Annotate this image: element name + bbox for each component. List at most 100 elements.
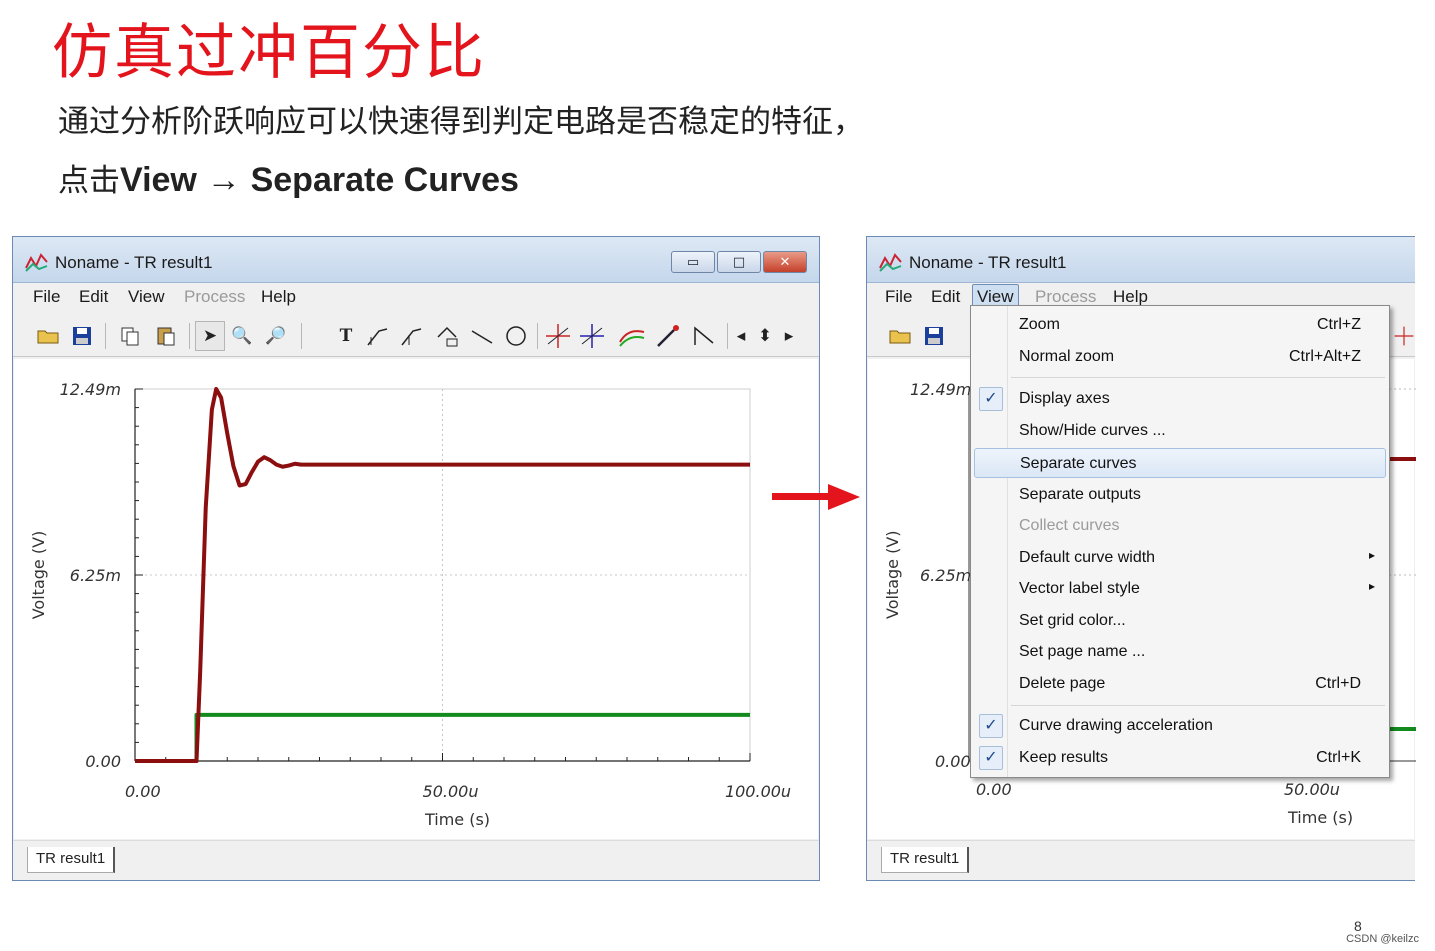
y-tick-label: 12.49m	[60, 380, 121, 399]
probe-icon[interactable]	[653, 321, 683, 351]
instruction-prefix: 点击	[58, 163, 120, 199]
menu-process-right[interactable]: Process	[1035, 287, 1096, 307]
page-tab-tr-result1[interactable]: TR result1	[27, 847, 116, 873]
x-tick-label: 50.00u	[423, 782, 479, 801]
y-tick-label: 6.25m	[70, 566, 121, 585]
close-button[interactable]: ✕	[763, 251, 807, 273]
menu-item-label: Show/Hide curves ...	[1019, 422, 1166, 439]
menu-item-separate-outputs[interactable]: Separate outputs	[971, 480, 1389, 510]
menu-item-zoom[interactable]: Zoom Ctrl+Z	[971, 310, 1389, 340]
red-arrow-icon	[772, 484, 860, 510]
transient-chart: 0.00 6.25m 12.49m 0.00 50.00u 100.00u Time (s)…	[29, 380, 791, 829]
title-bar-right[interactable]: Noname - TR result1	[867, 237, 1415, 283]
corner-icon[interactable]	[689, 321, 719, 351]
instruction-arrow: →	[206, 161, 241, 199]
menu-item-label: Default curve width	[1019, 549, 1156, 566]
marker-b-icon[interactable]	[577, 321, 607, 351]
app-icon-right	[879, 253, 902, 272]
submenu-arrow-icon: ▸	[1368, 579, 1375, 593]
menu-item-shortcut: Ctrl+D	[1315, 675, 1361, 692]
checkmark-icon: ✓	[979, 714, 1003, 738]
x-axis-label: Time (s)	[424, 810, 490, 829]
menu-help[interactable]: Help	[261, 287, 296, 307]
menu-file[interactable]: File	[33, 287, 60, 307]
marker-a-icon[interactable]	[543, 321, 573, 351]
xlabel-right: Time (s)	[1287, 808, 1353, 827]
menu-item-label: Delete page	[1019, 675, 1106, 692]
menu-item-label: Collect curves	[1019, 517, 1120, 534]
menu-view[interactable]: View	[128, 287, 165, 307]
circle-icon[interactable]	[501, 321, 531, 351]
maximize-button[interactable]: □	[717, 251, 761, 273]
copy-icon[interactable]	[115, 321, 145, 351]
title-bar[interactable]: Noname - TR result1 ▭ □ ✕	[13, 237, 819, 283]
open-folder-icon[interactable]	[885, 321, 915, 351]
menu-item-label: Separate curves	[1020, 455, 1137, 472]
xtick-start-right: 0.00	[976, 780, 1012, 799]
menu-item-shortcut: Ctrl+Alt+Z	[1288, 348, 1361, 365]
menu-item-collect-curves[interactable]: Collect curves	[971, 511, 1389, 541]
tr-result-window-left: Noname - TR result1 ▭ □ ✕ File Edit View…	[12, 236, 820, 881]
menu-item-set-grid-color[interactable]: Set grid color...	[971, 606, 1389, 636]
menu-edit-right[interactable]: Edit	[931, 287, 960, 307]
instruction-target: Separate Curves	[250, 161, 519, 199]
pointer-icon[interactable]: ➤	[195, 321, 225, 351]
y-tick-label: 0.00	[85, 752, 121, 771]
menu-item-curve-drawing-acceleration[interactable]: ✓ Curve drawing acceleration	[971, 711, 1389, 741]
menu-item-shortcut: Ctrl+Z	[1317, 316, 1361, 333]
curves-icon[interactable]	[617, 321, 647, 351]
menu-item-delete-page[interactable]: Delete page Ctrl+D	[971, 669, 1389, 699]
menu-bar: File Edit View Process Help	[13, 283, 819, 311]
slide: 仿真过冲百分比 通过分析阶跃响应可以快速得到判定电路是否稳定的特征， 点击Vie…	[0, 0, 1435, 951]
save-icon[interactable]	[919, 321, 949, 351]
ytick-top-right: 12.49m	[910, 380, 971, 399]
plot-area[interactable]: 0.00 6.25m 12.49m 0.00 50.00u 100.00u Time (s)…	[14, 359, 818, 839]
menu-help-right[interactable]: Help	[1113, 287, 1148, 307]
menu-edit[interactable]: Edit	[79, 287, 108, 307]
menu-file-right[interactable]: File	[885, 287, 912, 307]
page-tab-tr-result1-right[interactable]: TR result1	[881, 847, 970, 873]
scroll-right-icon[interactable]: ▸	[779, 321, 799, 351]
menu-item-display-axes[interactable]: ✓ Display axes	[971, 384, 1389, 414]
menu-item-label: Normal zoom	[1019, 348, 1115, 365]
menu-item-set-page-name[interactable]: Set page name ...	[971, 637, 1389, 667]
marker-b-icon[interactable]	[1393, 321, 1415, 351]
menu-item-shortcut: Ctrl+K	[1316, 749, 1361, 766]
menu-item-show-hide-curves[interactable]: Show/Hide curves ...	[971, 416, 1389, 446]
slide-title: 仿真过冲百分比	[52, 18, 486, 88]
scroll-updown-icon[interactable]: ⬍	[753, 321, 777, 351]
open-folder-icon[interactable]	[33, 321, 63, 351]
label-icon[interactable]	[433, 321, 463, 351]
menu-item-label: Zoom	[1019, 316, 1060, 333]
paste-icon[interactable]	[151, 321, 181, 351]
x-tick-label: 100.00u	[725, 782, 791, 801]
instruction-view: View	[120, 161, 197, 199]
checkmark-icon: ✓	[979, 746, 1003, 770]
menu-process[interactable]: Process	[184, 287, 245, 307]
minimize-button[interactable]: ▭	[671, 251, 715, 273]
line-icon[interactable]	[467, 321, 497, 351]
ytick-bottom-right: 0.00	[935, 752, 971, 771]
zoom-in-icon[interactable]: 🔍	[227, 321, 257, 351]
save-icon[interactable]	[67, 321, 97, 351]
text-icon[interactable]: T	[331, 321, 361, 351]
menu-item-label: Curve drawing acceleration	[1019, 717, 1213, 734]
x-tick-label: 0.00	[125, 782, 161, 801]
toolbar: ➤ 🔍 🔎 T ◂ ⬍ ▸	[13, 315, 819, 357]
submenu-arrow-icon: ▸	[1368, 548, 1375, 562]
cursor-a-icon[interactable]	[363, 321, 393, 351]
menu-item-label: Set grid color...	[1019, 612, 1126, 629]
menu-item-keep-results[interactable]: ✓ Keep results Ctrl+K	[971, 743, 1389, 773]
menu-item-label: Vector label style	[1019, 580, 1140, 597]
window-title-right: Noname - TR result1	[909, 253, 1067, 272]
ylabel-right: Voltage (V)	[883, 530, 902, 619]
menu-item-default-curve-width[interactable]: Default curve width ▸	[971, 543, 1389, 573]
scroll-left-icon[interactable]: ◂	[731, 321, 751, 351]
menu-item-vector-label-style[interactable]: Vector label style ▸	[971, 574, 1389, 604]
window-title: Noname - TR result1	[55, 253, 213, 272]
menu-item-separate-curves[interactable]: Separate curves	[974, 448, 1386, 478]
zoom-fit-icon[interactable]: 🔎	[261, 321, 291, 351]
status-bar: TR result1	[13, 840, 819, 880]
cursor-b-icon[interactable]	[397, 321, 427, 351]
menu-item-normal-zoom[interactable]: Normal zoom Ctrl+Alt+Z	[971, 342, 1389, 372]
